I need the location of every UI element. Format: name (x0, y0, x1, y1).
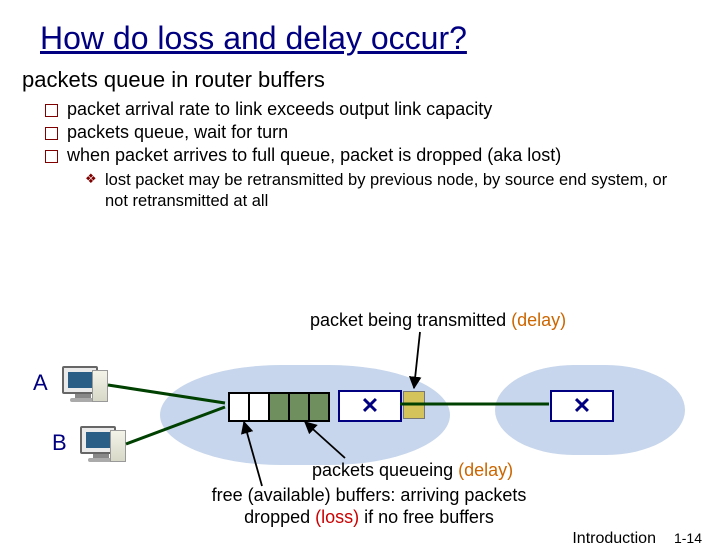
bullet-item: packets queue, wait for turn (45, 122, 720, 143)
loss-word: (loss) (315, 507, 359, 527)
delay-word: (delay) (458, 460, 513, 480)
bullet-item: packet arrival rate to link exceeds outp… (45, 99, 720, 120)
router-icon: ✕ (550, 390, 614, 422)
packet-icon (403, 391, 425, 419)
annotation-transmit: packet being transmitted (delay) (310, 310, 566, 331)
host-label-b: B (52, 430, 67, 456)
host-label-a: A (33, 370, 48, 396)
computer-icon (80, 426, 122, 466)
annotation-queueing: packets queueing (delay) (312, 460, 513, 481)
annotation-text: if no free buffers (359, 507, 494, 527)
annotation-text: packet being transmitted (310, 310, 511, 330)
slide-footer: Introduction 1-14 (572, 530, 702, 548)
delay-word: (delay) (511, 310, 566, 330)
bullet-item: when packet arrives to full queue, packe… (45, 145, 720, 166)
annotation-text: free (available) buffers: arriving packe… (212, 485, 527, 505)
footer-chapter: Introduction (572, 530, 656, 548)
buffer-slot-empty (250, 394, 270, 420)
buffer-slot-full (270, 394, 290, 420)
annotation-text: dropped (244, 507, 315, 527)
sub-bullet-item: lost packet may be retransmitted by prev… (85, 170, 690, 211)
computer-icon (62, 366, 104, 406)
slide-subtitle: packets queue in router buffers (22, 67, 720, 93)
buffer-slot-empty (230, 394, 250, 420)
buffer-slot-full (310, 394, 330, 420)
router-queue (228, 392, 330, 422)
footer-page-number: 1-14 (674, 530, 702, 546)
network-diagram: A B ✕ ✕ packet being transmitte (0, 310, 720, 530)
slide-title: How do loss and delay occur? (40, 20, 720, 57)
annotation-free-buffers: free (available) buffers: arriving packe… (204, 485, 534, 528)
bullet-list: packet arrival rate to link exceeds outp… (45, 99, 720, 166)
router-icon: ✕ (338, 390, 402, 422)
annotation-text: packets queueing (312, 460, 458, 480)
sub-bullet-list: lost packet may be retransmitted by prev… (85, 170, 720, 211)
buffer-slot-full (290, 394, 310, 420)
